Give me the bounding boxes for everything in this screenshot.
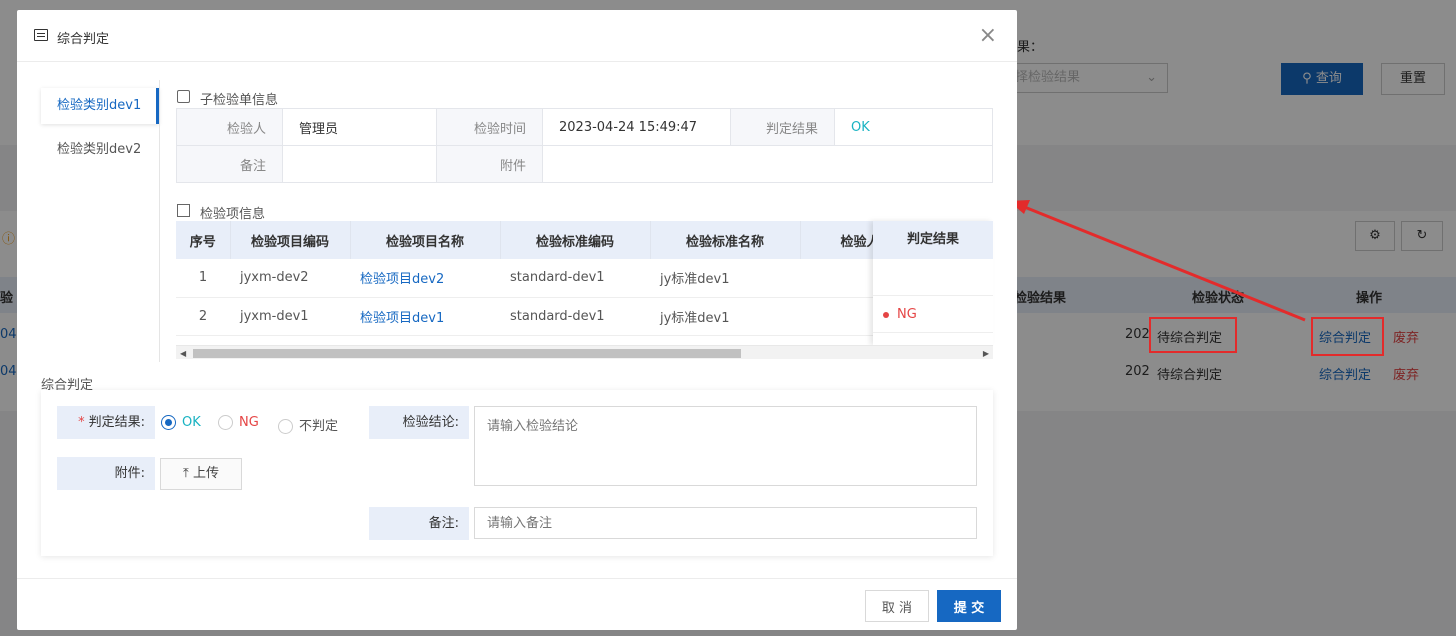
attachment-label: 附件: [57, 457, 155, 490]
row-no: 2 [176, 297, 230, 336]
time-value: 2023-04-24 15:49:47 [542, 108, 731, 146]
col-no: 序号 [176, 221, 231, 259]
close-icon[interactable]: × [979, 25, 997, 47]
items-table: 序号 检验项目编码 检验项目名称 检验标准编码 检验标准名称 检验人 1 jyx… [176, 221, 993, 349]
row-result: NG [873, 296, 993, 333]
items-scrollbar[interactable]: ◀ ▶ [176, 345, 993, 359]
row-std-code: standard-dev1 [500, 259, 650, 298]
judge-result-label-text: 判定结果: [88, 415, 145, 430]
row-result-text: NG [897, 307, 917, 322]
dialog-header: 综合判定 × [17, 10, 1017, 62]
col-std-code: 检验标准编码 [500, 221, 651, 259]
conclusion-input[interactable] [474, 406, 977, 486]
items-header-row: 序号 检验项目编码 检验项目名称 检验标准编码 检验标准名称 检验人 [176, 221, 993, 259]
result-value: OK [834, 108, 993, 146]
row-result [873, 259, 993, 296]
cancel-button[interactable]: 取 消 [865, 590, 929, 622]
scroll-left-icon[interactable]: ◀ [180, 349, 186, 358]
table-icon [177, 204, 190, 217]
ng-dot-icon [883, 311, 889, 318]
conclusion-label: 检验结论: [369, 406, 469, 439]
radio-ng-label: NG [239, 415, 259, 430]
table-row: 1 jyxm-dev2 检验项目dev2 standard-dev1 jy标准d… [176, 259, 993, 298]
row-std-name: jy标准dev1 [650, 259, 800, 298]
radio-ok[interactable]: OK [161, 415, 201, 430]
judge-dialog: 综合判定 × 检验类别dev1 检验类别dev2 子检验单信息 检验人 管理员 … [17, 10, 1017, 630]
upload-icon: ⤒ [183, 466, 193, 481]
remark-value [282, 145, 437, 183]
col-code: 检验项目编码 [230, 221, 351, 259]
row-no: 1 [176, 259, 230, 298]
row-name-link[interactable]: 检验项目dev1 [350, 297, 500, 336]
remark-form-label: 备注: [369, 507, 469, 540]
attachment-label: 附件 [436, 145, 543, 183]
remark-label: 备注 [176, 145, 283, 183]
upload-label: 上传 [192, 466, 219, 481]
table-row: 2 jyxm-dev1 检验项目dev1 standard-dev1 jy标准d… [176, 297, 993, 336]
row-std-name: jy标准dev1 [650, 297, 800, 336]
category-tabs: 检验类别dev1 检验类别dev2 [41, 88, 159, 168]
result-fixed-column: 判定结果 NG [873, 221, 993, 345]
radio-ok-label: OK [182, 415, 201, 430]
attachment-value [542, 145, 993, 183]
col-name: 检验项目名称 [350, 221, 501, 259]
scrollbar-thumb[interactable] [193, 349, 741, 358]
inspector-label: 检验人 [176, 108, 283, 146]
inspector-value: 管理员 [282, 108, 437, 146]
radio-none[interactable]: 不判定 [278, 415, 338, 434]
tab-category-dev2[interactable]: 检验类别dev2 [41, 132, 159, 168]
submit-button[interactable]: 提 交 [937, 590, 1001, 622]
row-code: jyxm-dev1 [230, 297, 350, 336]
remark-input[interactable] [474, 507, 977, 539]
tab-category-dev1[interactable]: 检验类别dev1 [41, 88, 159, 124]
tabs-divider [159, 80, 160, 362]
annotation-arrow-icon [1009, 200, 1306, 322]
col-std-name: 检验标准名称 [650, 221, 801, 259]
dialog-footer: 取 消 提 交 [17, 578, 1017, 630]
radio-circle [161, 415, 176, 430]
dialog-title: 综合判定 [57, 32, 110, 47]
items-title: 检验项信息 [200, 207, 266, 222]
result-label: 判定结果 [730, 108, 835, 146]
judge-result-label: * 判定结果: [57, 406, 155, 439]
radio-ng[interactable]: NG [218, 415, 259, 430]
scroll-right-icon[interactable]: ▶ [983, 349, 989, 358]
row-code: jyxm-dev2 [230, 259, 350, 298]
sub-info-title: 子检验单信息 [200, 93, 279, 108]
document-icon [177, 90, 190, 103]
upload-button[interactable]: ⤒ 上传 [160, 458, 242, 490]
form-icon [34, 29, 48, 41]
sub-info-table: 检验人 管理员 检验时间 2023-04-24 15:49:47 判定结果 OK… [176, 108, 993, 183]
radio-circle [278, 419, 293, 434]
judge-form: *判定结果: OK NG 不判定 附件: ⤒ 上传 检验结论: 备注: [41, 390, 993, 556]
row-name-link[interactable]: 检验项目dev2 [350, 259, 500, 298]
radio-none-label: 不判定 [299, 419, 339, 434]
required-mark: * [78, 415, 85, 430]
radio-circle [218, 415, 233, 430]
col-result: 判定结果 [873, 221, 993, 259]
row-std-code: standard-dev1 [500, 297, 650, 336]
time-label: 检验时间 [436, 108, 543, 146]
annotation-box-action [1311, 317, 1384, 356]
